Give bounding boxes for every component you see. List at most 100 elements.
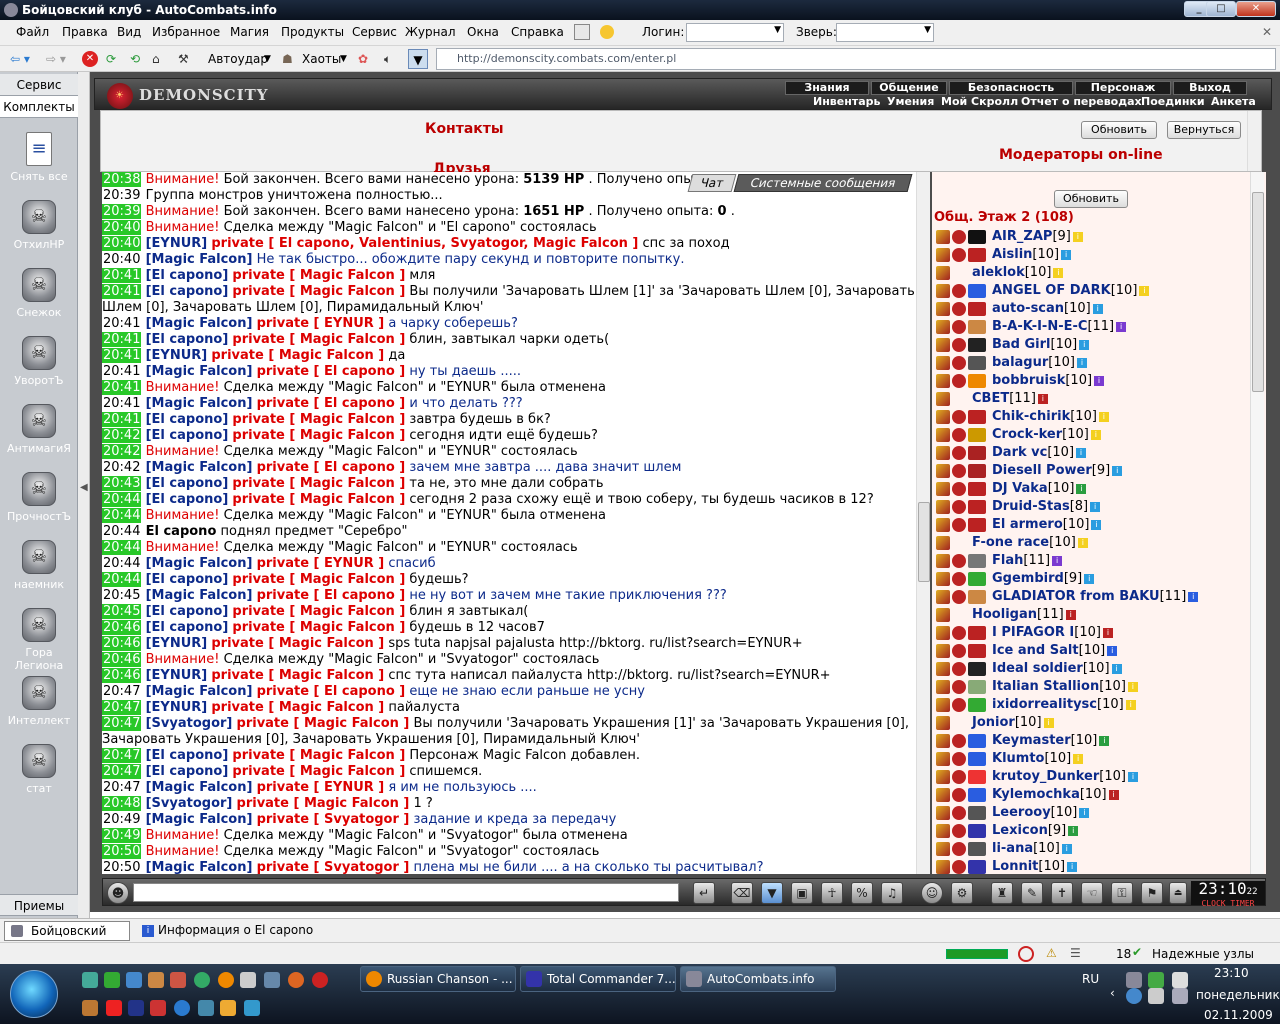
set-button-0[interactable]: ≡ Снять все — [4, 132, 74, 183]
player-name[interactable]: Hooligan — [972, 607, 1037, 622]
align-icon[interactable] — [968, 229, 986, 244]
haoty-arrow-icon[interactable]: ▼ — [340, 49, 347, 69]
tray-icon-1[interactable] — [1126, 972, 1142, 988]
player-info-icon[interactable]: i — [1091, 519, 1102, 530]
chat-timestamp[interactable]: 20:50 — [102, 844, 142, 859]
player-info-icon[interactable]: i — [1061, 249, 1072, 260]
chat-timestamp[interactable]: 20:38 — [102, 172, 142, 187]
chat-nick[interactable]: [Magic Falcon] — [146, 316, 253, 331]
private-arrow-icon[interactable] — [936, 517, 950, 532]
chat-private-recipients[interactable]: private [ El capono ] — [257, 684, 406, 699]
private-arrow-icon[interactable] — [936, 571, 950, 586]
player-info-icon[interactable]: i — [1107, 645, 1118, 656]
ql-icon-16[interactable] — [174, 1000, 190, 1016]
player-name[interactable]: auto-scan — [992, 301, 1064, 316]
chat-timestamp[interactable]: 20:46 — [102, 652, 142, 667]
close-button[interactable]: ✕ — [1236, 1, 1276, 17]
player-name[interactable]: DJ Vaka — [992, 481, 1048, 496]
player-info-icon[interactable]: i — [1072, 231, 1083, 242]
tray-icon-4[interactable] — [1126, 988, 1142, 1004]
align-icon[interactable] — [968, 679, 986, 694]
align-icon[interactable] — [968, 733, 986, 748]
clan-icon[interactable] — [952, 733, 966, 748]
ql-icon-4[interactable] — [148, 972, 164, 988]
menu-favorites[interactable]: Избранное — [152, 25, 220, 39]
set-button-3[interactable]: ☠ УворотЪ — [4, 336, 74, 387]
player-info-icon[interactable]: i — [1037, 393, 1048, 404]
autoudar-arrow-icon[interactable]: ▼ — [264, 49, 271, 69]
scroll-icon[interactable]: ✎ — [1021, 882, 1043, 904]
nav-obshchenie[interactable]: Общение — [871, 81, 947, 95]
player-info-icon[interactable]: i — [1052, 555, 1063, 566]
chat-timestamp[interactable]: 20:50 — [102, 860, 141, 874]
chat-nick[interactable]: [Svyatogor] — [146, 716, 233, 731]
chat-timestamp[interactable]: 20:41 — [102, 412, 142, 427]
align-icon[interactable] — [968, 337, 986, 352]
player-name[interactable]: krutoy_Dunker — [992, 769, 1099, 784]
player-name[interactable]: F-one race — [972, 535, 1049, 550]
menu-magic[interactable]: Магия — [230, 25, 269, 39]
chat-nick[interactable]: [Magic Falcon] — [146, 396, 253, 411]
private-arrow-icon[interactable] — [936, 481, 950, 496]
clan-icon[interactable] — [952, 589, 966, 604]
nav-personazh[interactable]: Персонаж — [1075, 81, 1171, 95]
private-arrow-icon[interactable] — [936, 463, 950, 478]
ql-icon-3[interactable] — [126, 972, 142, 988]
player-name[interactable]: Diesell Power — [992, 463, 1092, 478]
clan-icon[interactable] — [952, 463, 966, 478]
exit-icon[interactable]: ⏏ — [1169, 882, 1187, 904]
chat-timestamp[interactable]: 20:49 — [102, 812, 141, 827]
ql-icon-19[interactable] — [244, 1000, 260, 1016]
private-arrow-icon[interactable] — [936, 445, 950, 460]
task-total-commander[interactable]: Total Commander 7.... — [520, 966, 676, 992]
private-arrow-icon[interactable] — [936, 301, 950, 316]
player-name[interactable]: bobbruisk — [992, 373, 1065, 388]
send-icon[interactable]: ↵ — [693, 882, 715, 904]
private-arrow-icon[interactable] — [936, 427, 950, 442]
align-icon[interactable] — [968, 769, 986, 784]
private-arrow-icon[interactable] — [936, 229, 950, 244]
clan-icon[interactable] — [952, 751, 966, 766]
player-name[interactable]: I PIFAGOR I — [992, 625, 1074, 640]
player-name[interactable]: Klumto — [992, 751, 1044, 766]
nav-inventar[interactable]: Инвентарь — [813, 96, 880, 108]
walk-icon[interactable]: ☥ — [821, 882, 843, 904]
chat-nick[interactable]: [Magic Falcon] — [146, 556, 253, 571]
clan-icon[interactable] — [952, 373, 966, 388]
chat-timestamp[interactable]: 20:44 — [102, 508, 142, 523]
menu-windows[interactable]: Окна — [467, 25, 499, 39]
private-arrow-icon[interactable] — [936, 409, 950, 424]
contacts-scrollbar[interactable] — [1247, 111, 1261, 171]
player-info-icon[interactable]: i — [1076, 483, 1087, 494]
reliable-nodes[interactable]: Надежные узлы — [1152, 947, 1254, 961]
chat-timestamp[interactable]: 20:40 — [102, 236, 142, 251]
ql-icon-1[interactable] — [82, 972, 98, 988]
player-name[interactable]: Italian Stallion — [992, 679, 1099, 694]
nav-umeniya[interactable]: Умения — [887, 96, 934, 108]
private-arrow-icon[interactable] — [936, 841, 950, 856]
clock-time-tray[interactable]: 23:10 — [1214, 966, 1249, 980]
start-button[interactable] — [10, 970, 58, 1018]
chat-input[interactable] — [133, 883, 679, 902]
ql-icon-11[interactable] — [312, 972, 328, 988]
set-button-2[interactable]: ☠ Снежок — [4, 268, 74, 319]
align-icon[interactable] — [968, 787, 986, 802]
contacts-refresh-button[interactable]: Обновить — [1081, 121, 1157, 139]
back-icon[interactable]: ⇦ ▾ — [10, 49, 30, 69]
ql-icon-7[interactable] — [218, 972, 234, 988]
player-info-icon[interactable]: i — [1127, 681, 1138, 692]
clan-icon[interactable] — [952, 679, 966, 694]
player-name[interactable]: B-A-K-I-N-E-C — [992, 319, 1087, 334]
ql-icon-14[interactable] — [128, 1000, 144, 1016]
ql-icon-5[interactable] — [170, 972, 186, 988]
chat-nick[interactable]: [El capono] — [146, 748, 229, 763]
chat-nick[interactable]: [Magic Falcon] — [146, 684, 253, 699]
player-info-icon[interactable]: i — [1094, 375, 1105, 386]
clan-icon[interactable] — [952, 445, 966, 460]
menu-edit[interactable]: Правка — [62, 25, 108, 39]
player-name[interactable]: GLADIATOR from BAKU — [992, 589, 1160, 604]
player-info-icon[interactable]: i — [1065, 609, 1076, 620]
chat-timestamp[interactable]: 20:45 — [102, 588, 141, 603]
chat-nick[interactable]: [El capono] — [146, 332, 229, 347]
chat-nick[interactable]: [EYNUR] — [146, 236, 208, 251]
